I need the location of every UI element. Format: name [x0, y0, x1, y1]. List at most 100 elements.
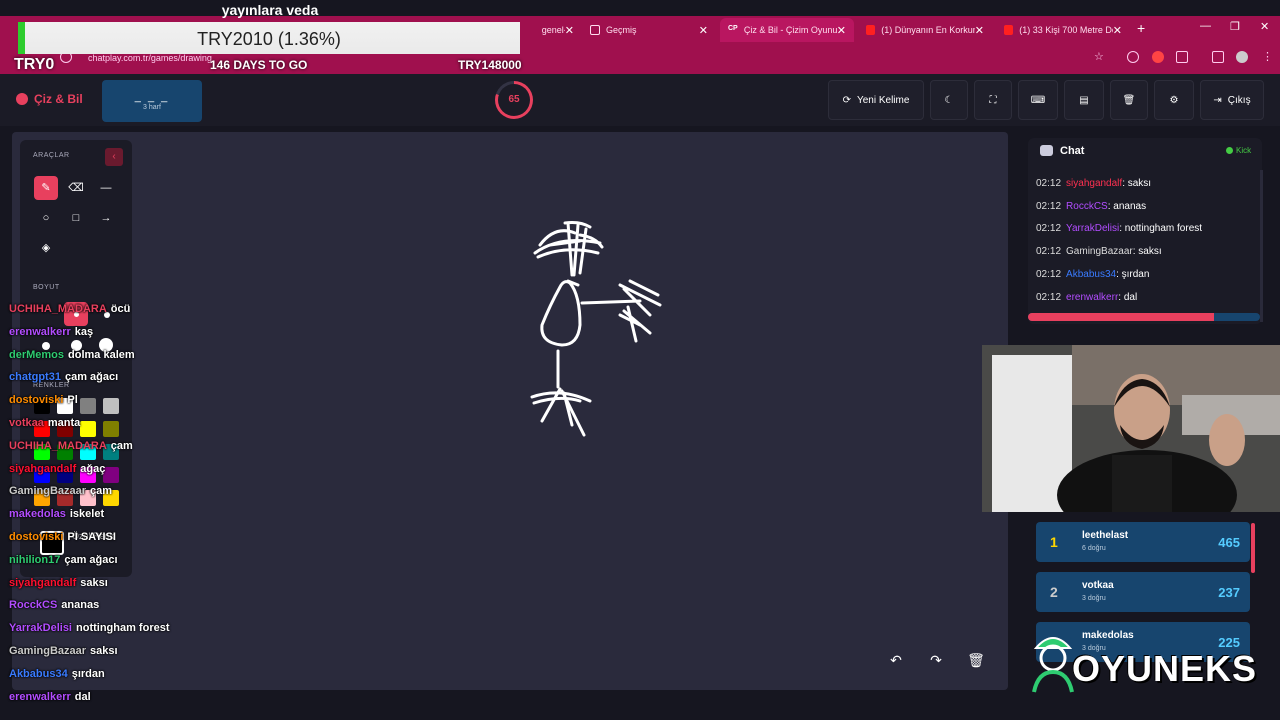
overlay-chat-message: GamingBazaar saksı [9, 645, 118, 657]
overlay-chat-message: YarrakDelisi nottingham forest [9, 622, 170, 634]
close-tab-icon[interactable]: ✕ [699, 24, 708, 37]
restore-icon[interactable]: ❐ [1230, 20, 1240, 33]
chat-text: manta [47, 417, 81, 429]
close-tab-icon[interactable]: ✕ [1113, 24, 1122, 37]
screen: genel-a✕Geçmiş✕CPÇiz & Bil - Çizim Oyunu… [0, 0, 1280, 720]
pen-tool[interactable]: ✎ [34, 176, 58, 200]
color-swatch[interactable] [103, 398, 119, 414]
chat-username[interactable]: RocckCS [1066, 201, 1108, 212]
browser-tab[interactable]: CP Çiz & Bil - Çizim Oyunu ✕ [720, 18, 854, 42]
browser-tab[interactable]: (1) 33 Kişi 700 Metre Der ✕ [996, 18, 1130, 42]
youtube-icon [866, 25, 876, 35]
color-swatch[interactable] [103, 421, 119, 437]
chat-username[interactable]: siyahgandalf [1066, 178, 1122, 189]
chat-message: 02:12 siyahgandalf: saksı [1036, 178, 1151, 189]
chat-username: nihilion17 [9, 553, 61, 566]
chat-text: iskelet [69, 508, 105, 521]
puzzle-icon[interactable] [1176, 51, 1188, 63]
rectangle-tool[interactable]: □ [64, 206, 88, 230]
chat-time: 02:12 [1036, 200, 1062, 212]
browser-tab[interactable]: genel-a✕ [520, 18, 582, 42]
close-tab-icon[interactable]: ✕ [975, 24, 984, 37]
color-swatch[interactable] [80, 421, 96, 437]
canvas-clear-button[interactable]: 🗑 [962, 646, 990, 674]
chat-username: dostoviski [9, 394, 64, 407]
browser-tab[interactable]: Geçmiş ✕ [582, 18, 716, 42]
chat-text: saksı [80, 576, 108, 589]
chat-username: chatgpt31 [9, 371, 61, 384]
chat-username[interactable]: Akbabus34 [1066, 269, 1116, 280]
line-tool[interactable]: — [94, 176, 118, 200]
color-swatch[interactable] [103, 467, 119, 483]
chat-text: dal [74, 690, 91, 703]
url-text[interactable]: chatplay.com.tr/games/drawing [88, 53, 212, 63]
chat-text: ananas [1113, 200, 1147, 212]
new-word-button[interactable]: ⟳ Yeni Kelime [828, 80, 924, 120]
player-correct-count: 6 doğru [1082, 545, 1106, 552]
leaderboard-scrollbar[interactable] [1251, 523, 1255, 573]
leaderboard-row[interactable]: 1 leethelast 6 doğru 465 [1036, 522, 1250, 562]
chat-text: şırdan [71, 667, 105, 680]
media-icon[interactable] [1212, 51, 1224, 63]
minimize-icon[interactable]: — [1200, 20, 1211, 32]
overlay-chat-message: dostoviski PI SAYISI [9, 531, 116, 543]
paint-bucket-icon: ◈ [41, 242, 51, 254]
star-icon[interactable]: ☆ [1094, 51, 1106, 63]
close-tab-icon[interactable]: ✕ [565, 24, 574, 37]
clock-icon [590, 25, 600, 35]
exit-button[interactable]: ⇥ Çıkış [1200, 80, 1264, 120]
chat-title: Chat [1060, 145, 1085, 157]
color-swatch[interactable] [80, 398, 96, 414]
chat-username: GamingBazaar [9, 485, 87, 498]
overlay-chat-message: GamingBazaar çam [9, 485, 112, 497]
browser-tab[interactable]: (1) Dünyanın En Korkunç ✕ [858, 18, 992, 42]
chat-message: 02:12 GamingBazaar: saksı [1036, 246, 1162, 257]
webcam-image [982, 345, 1280, 512]
extension-badge-icon[interactable] [1152, 51, 1164, 63]
keyboard-button[interactable]: ⌨ [1018, 80, 1058, 120]
chat-text: dolma kalem [68, 348, 135, 361]
circle-icon: ○ [42, 212, 50, 224]
clear-button[interactable]: 🗑 [1110, 80, 1148, 120]
chat-username: dostoviski [9, 531, 64, 543]
arrow-tool[interactable]: → [94, 206, 118, 230]
undo-icon: ↶ [890, 652, 902, 668]
fullscreen-button[interactable]: ⛶ [974, 80, 1012, 120]
dark-mode-button[interactable]: ☾ [930, 80, 968, 120]
redo-button[interactable]: ↷ [922, 646, 950, 674]
eraser-tool[interactable]: ⌫ [64, 176, 88, 200]
undo-button[interactable]: ↶ [882, 646, 910, 674]
fill-tool[interactable]: ◈ [34, 236, 58, 260]
close-window-icon[interactable]: ✕ [1260, 20, 1269, 33]
menu-icon[interactable]: ⋮ [1262, 51, 1273, 63]
archive-button[interactable]: ▤ [1064, 80, 1104, 120]
chat-username: makedolas [9, 508, 66, 521]
round-timer: 65 [495, 81, 533, 119]
player-score: 237 [1218, 585, 1240, 600]
new-tab-button[interactable]: + [1137, 20, 1145, 36]
chat-message: 02:12 RocckCS: ananas [1036, 201, 1146, 212]
chat-scrollbar[interactable] [1260, 170, 1263, 322]
chat-text: saksı [1127, 178, 1152, 189]
brand[interactable]: Çiz & Bil [16, 92, 83, 106]
chat-username: UCHIHA_MADARA [9, 439, 107, 452]
overlay-chat-message: UCHIHA_MADARA öcü [9, 303, 130, 315]
leaderboard-row[interactable]: 2 votkaa 3 doğru 237 [1036, 572, 1250, 612]
word-blanks: _ _ _ [134, 91, 170, 103]
chat-time: 02:12 [1036, 223, 1062, 235]
moon-icon: ☾ [944, 94, 954, 106]
collapse-button[interactable]: ‹ [105, 148, 123, 166]
extension-icon[interactable] [1127, 51, 1139, 63]
drawing-canvas[interactable] [12, 132, 1008, 690]
close-tab-icon[interactable]: ✕ [837, 24, 846, 37]
cp-icon: CP [728, 25, 738, 32]
chat-username[interactable]: YarrakDelisi [1066, 223, 1119, 234]
circle-tool[interactable]: ○ [34, 206, 58, 230]
settings-button[interactable]: ⚙ [1154, 80, 1194, 120]
profile-icon[interactable] [1236, 51, 1248, 63]
chat-username[interactable]: GamingBazaar [1066, 246, 1133, 257]
webcam-feed [982, 345, 1280, 512]
chat-text: ağaç [80, 462, 106, 475]
chat-username[interactable]: erenwalkerr [1066, 292, 1118, 303]
exit-icon: ⇥ [1213, 94, 1222, 106]
